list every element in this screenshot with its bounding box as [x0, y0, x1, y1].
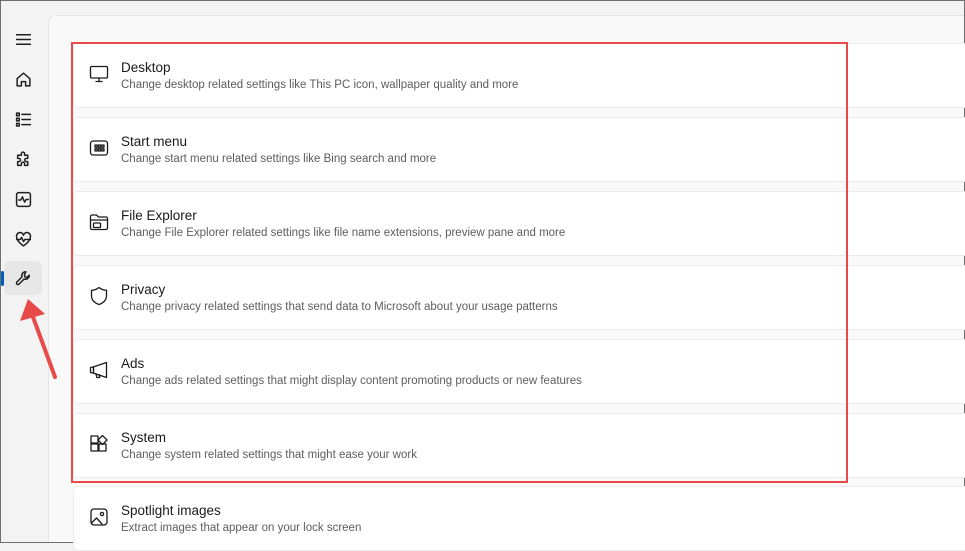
setting-card-description: Change File Explorer related settings li… — [121, 227, 566, 239]
monitor-icon — [88, 63, 110, 85]
setting-card-description: Extract images that appear on your lock … — [121, 522, 362, 534]
setting-card-description: Change privacy related settings that sen… — [121, 301, 558, 313]
nav-tweaks[interactable] — [1, 261, 42, 295]
setting-card-ads[interactable]: Ads Change ads related settings that mig… — [73, 339, 965, 404]
home-icon — [15, 71, 31, 87]
setting-card-desktop[interactable]: Desktop Change desktop related settings … — [73, 43, 965, 108]
hamburger-menu-icon — [15, 33, 31, 45]
setting-card-title: Desktop — [121, 60, 171, 75]
setting-card-privacy[interactable]: Privacy Change privacy related settings … — [73, 265, 965, 330]
apps-icon — [88, 433, 110, 455]
nav-monitor[interactable] — [4, 182, 42, 216]
nav-extensions[interactable] — [4, 142, 42, 176]
activity-monitor-icon — [15, 191, 31, 207]
setting-card-title: Spotlight images — [121, 503, 221, 518]
setting-card-title: Privacy — [121, 282, 166, 297]
menu-toggle-button[interactable] — [4, 22, 42, 56]
puzzle-icon — [16, 150, 28, 166]
heart-pulse-icon — [15, 231, 31, 247]
setting-card-spotlight-images[interactable]: Spotlight images Extract images that app… — [73, 486, 965, 551]
sidebar-nav — [1, 1, 47, 542]
setting-card-title: File Explorer — [121, 208, 197, 223]
image-icon — [88, 506, 110, 528]
setting-card-description: Change ads related settings that might d… — [121, 375, 582, 387]
setting-card-description: Change start menu related settings like … — [121, 153, 437, 165]
nav-list[interactable] — [4, 102, 42, 136]
folder-icon — [88, 211, 110, 233]
setting-card-description: Change system related settings that migh… — [121, 449, 417, 461]
setting-card-description: Change desktop related settings like Thi… — [121, 79, 519, 91]
active-indicator — [1, 271, 4, 286]
wrench-icon — [15, 270, 30, 285]
megaphone-icon — [88, 359, 110, 381]
setting-card-title: System — [121, 430, 167, 445]
setting-card-file-explorer[interactable]: File Explorer Change File Explorer relat… — [73, 191, 965, 256]
setting-card-title: Start menu — [121, 134, 188, 149]
nav-health[interactable] — [4, 222, 42, 256]
setting-card-start-menu[interactable]: Start menu Change start menu related set… — [73, 117, 965, 182]
setting-card-title: Ads — [121, 356, 145, 371]
setting-card-system[interactable]: System Change system related settings th… — [73, 413, 965, 478]
shield-icon — [88, 285, 110, 307]
start-menu-icon — [88, 137, 110, 159]
nav-home[interactable] — [4, 62, 42, 96]
list-icon — [15, 111, 31, 127]
